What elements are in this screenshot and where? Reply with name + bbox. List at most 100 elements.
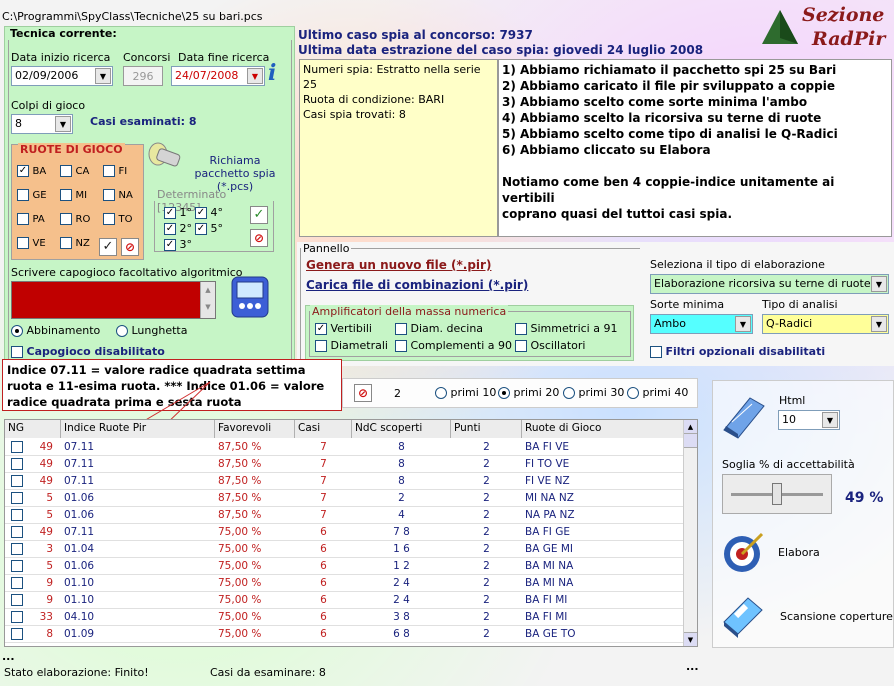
filter-radio-4[interactable]: primi 40 bbox=[627, 386, 688, 399]
table-cell: 2 bbox=[483, 611, 490, 623]
html-book-icon[interactable] bbox=[720, 392, 768, 440]
table-cell: 2 bbox=[483, 526, 490, 538]
table-row[interactable]: 49 07.11 87,50 % 7 8 2 FI TO VE bbox=[5, 456, 685, 473]
slider-thumb[interactable] bbox=[772, 483, 783, 505]
filtri-checkbox[interactable]: Filtri opzionali disabilitati bbox=[650, 345, 825, 358]
row-checkbox[interactable] bbox=[11, 628, 23, 640]
row-checkbox[interactable] bbox=[11, 611, 23, 623]
column-header[interactable]: NdC scoperti bbox=[352, 420, 451, 438]
tipo-elab-label: Seleziona il tipo di elaborazione bbox=[650, 258, 825, 271]
sorte-label: Sorte minima bbox=[650, 298, 725, 311]
table-cell: 6 bbox=[320, 611, 327, 623]
row-checkbox[interactable] bbox=[11, 543, 23, 555]
row-checkbox[interactable] bbox=[11, 441, 23, 453]
table-row[interactable]: 8 01.09 75,00 % 6 6 8 2 BA GE TO bbox=[5, 626, 685, 643]
amplificatore-label: Complementi a 90 bbox=[410, 339, 513, 352]
row-checkbox[interactable] bbox=[11, 475, 23, 487]
notes-line bbox=[502, 158, 888, 174]
table-cell: 6 8 bbox=[393, 628, 410, 640]
sorte-select[interactable]: Ambo ▼ bbox=[650, 314, 753, 334]
chevron-down-icon[interactable]: ▼ bbox=[822, 412, 838, 428]
soglia-slider[interactable] bbox=[722, 474, 832, 514]
table-row[interactable]: 5 01.06 75,00 % 6 1 2 2 BA MI NA bbox=[5, 558, 685, 575]
scroll-thumb[interactable] bbox=[684, 434, 697, 448]
table-cell: 5 bbox=[46, 560, 53, 572]
table-cell: 7 8 bbox=[393, 526, 410, 538]
table-row[interactable]: 49 07.11 87,50 % 7 8 2 BA FI VE bbox=[5, 439, 685, 456]
chevron-down-icon[interactable]: ▼ bbox=[871, 276, 887, 292]
column-header[interactable]: Ruote di Gioco bbox=[522, 420, 685, 438]
column-header[interactable]: Casi bbox=[295, 420, 352, 438]
filter-radio-1[interactable]: primi 10 bbox=[435, 386, 496, 399]
row-checkbox[interactable] bbox=[11, 492, 23, 504]
table-row[interactable]: 49 07.11 75,00 % 6 7 8 2 BA FI GE bbox=[5, 524, 685, 541]
results-table[interactable]: NG Indice Ruote Pir Favorevoli Casi NdC scop… bbox=[4, 419, 698, 647]
html-label: Html bbox=[779, 394, 806, 407]
row-checkbox[interactable] bbox=[11, 526, 23, 538]
analisi-select[interactable]: Q-Radici ▼ bbox=[762, 314, 889, 334]
table-cell: 87,50 % bbox=[218, 492, 262, 504]
filter-radio-3[interactable]: primi 30 bbox=[563, 386, 624, 399]
column-header[interactable]: NG bbox=[5, 420, 61, 438]
table-cell: 6 bbox=[320, 560, 327, 572]
column-header[interactable]: Indice Ruote Pir bbox=[61, 420, 215, 438]
table-cell: 01.06 bbox=[64, 560, 95, 572]
scroll-up-icon[interactable]: ▲ bbox=[684, 420, 697, 434]
table-row[interactable]: 49 07.11 87,50 % 7 8 2 FI VE NZ bbox=[5, 473, 685, 490]
chevron-down-icon[interactable]: ▼ bbox=[735, 316, 751, 332]
table-cell: 87,50 % bbox=[218, 458, 262, 470]
row-checkbox[interactable] bbox=[11, 577, 23, 589]
amplificatore-checkbox-2[interactable]: Diam. decina bbox=[395, 322, 483, 335]
scansione-button[interactable]: Scansione coperture bbox=[780, 610, 893, 623]
table-cell: 3 bbox=[46, 543, 53, 555]
row-checkbox[interactable] bbox=[11, 594, 23, 606]
table-cell: 2 bbox=[483, 475, 490, 487]
scan-icon[interactable] bbox=[720, 592, 766, 638]
table-row[interactable]: 9 01.10 75,00 % 6 2 4 2 BA MI NA bbox=[5, 575, 685, 592]
table-cell: 07.11 bbox=[64, 458, 95, 470]
amplificatore-checkbox-6[interactable]: Oscillatori bbox=[515, 339, 585, 352]
table-cell: MI NA NZ bbox=[525, 492, 574, 504]
filter-radio-label: primi 10 bbox=[450, 386, 497, 399]
table-cell: 2 4 bbox=[393, 594, 410, 606]
amplificatore-checkbox-3[interactable]: Simmetrici a 91 bbox=[515, 322, 617, 335]
table-cell: 75,00 % bbox=[218, 543, 262, 555]
table-row[interactable]: 9 01.10 75,00 % 6 2 4 2 BA FI MI bbox=[5, 592, 685, 609]
html-select[interactable]: 10 ▼ bbox=[778, 410, 840, 430]
table-header: NG Indice Ruote Pir Favorevoli Casi NdC scop… bbox=[5, 420, 685, 438]
table-cell: 33 bbox=[39, 611, 53, 623]
table-cell: 01.04 bbox=[64, 543, 95, 555]
table-row[interactable]: 3 01.04 75,00 % 6 1 6 2 BA GE MI bbox=[5, 541, 685, 558]
table-cell: 75,00 % bbox=[218, 560, 262, 572]
amplificatore-checkbox-5[interactable]: Complementi a 90 bbox=[395, 339, 512, 352]
table-row[interactable]: 5 01.06 87,50 % 7 2 2 MI NA NZ bbox=[5, 490, 685, 507]
chevron-down-icon[interactable]: ▼ bbox=[871, 316, 887, 332]
filter-radio-2[interactable]: primi 20 bbox=[498, 386, 559, 399]
row-checkbox[interactable] bbox=[11, 509, 23, 521]
table-row[interactable]: 5 01.06 87,50 % 7 4 2 NA PA NZ bbox=[5, 507, 685, 524]
amplificatore-label: Oscillatori bbox=[530, 339, 586, 352]
table-cell: 9 bbox=[46, 594, 53, 606]
table-cell: 2 bbox=[483, 594, 490, 606]
column-header[interactable]: Favorevoli bbox=[215, 420, 295, 438]
notes-line: 6) Abbiamo cliccato su Elabora bbox=[502, 143, 711, 157]
column-header[interactable]: Punti bbox=[451, 420, 522, 438]
table-cell: 6 bbox=[320, 628, 327, 640]
table-cell: 01.09 bbox=[64, 628, 95, 640]
row-checkbox[interactable] bbox=[11, 560, 23, 572]
table-cell: 75,00 % bbox=[218, 611, 262, 623]
table-row[interactable]: 33 04.10 75,00 % 6 3 8 2 BA FI MI bbox=[5, 609, 685, 626]
table-cell: 49 bbox=[39, 458, 53, 470]
pyramid-icon bbox=[762, 10, 798, 44]
scroll-down-icon[interactable]: ▼ bbox=[684, 632, 697, 646]
elabora-button[interactable]: Elabora bbox=[778, 546, 820, 559]
table-scrollbar[interactable]: ▲ ▼ bbox=[683, 420, 697, 646]
row-checkbox[interactable] bbox=[11, 458, 23, 470]
table-cell: 5 bbox=[46, 509, 53, 521]
tipo-elab-select[interactable]: Elaborazione ricorsiva su terne di ruote… bbox=[650, 274, 889, 294]
table-cell: BA MI NA bbox=[525, 560, 574, 572]
table-cell: 8 bbox=[46, 628, 53, 640]
table-cell: 8 bbox=[398, 475, 405, 487]
target-icon[interactable] bbox=[720, 530, 766, 576]
notes-line: 1) Abbiamo richiamato il pacchetto spi 2… bbox=[502, 63, 837, 77]
